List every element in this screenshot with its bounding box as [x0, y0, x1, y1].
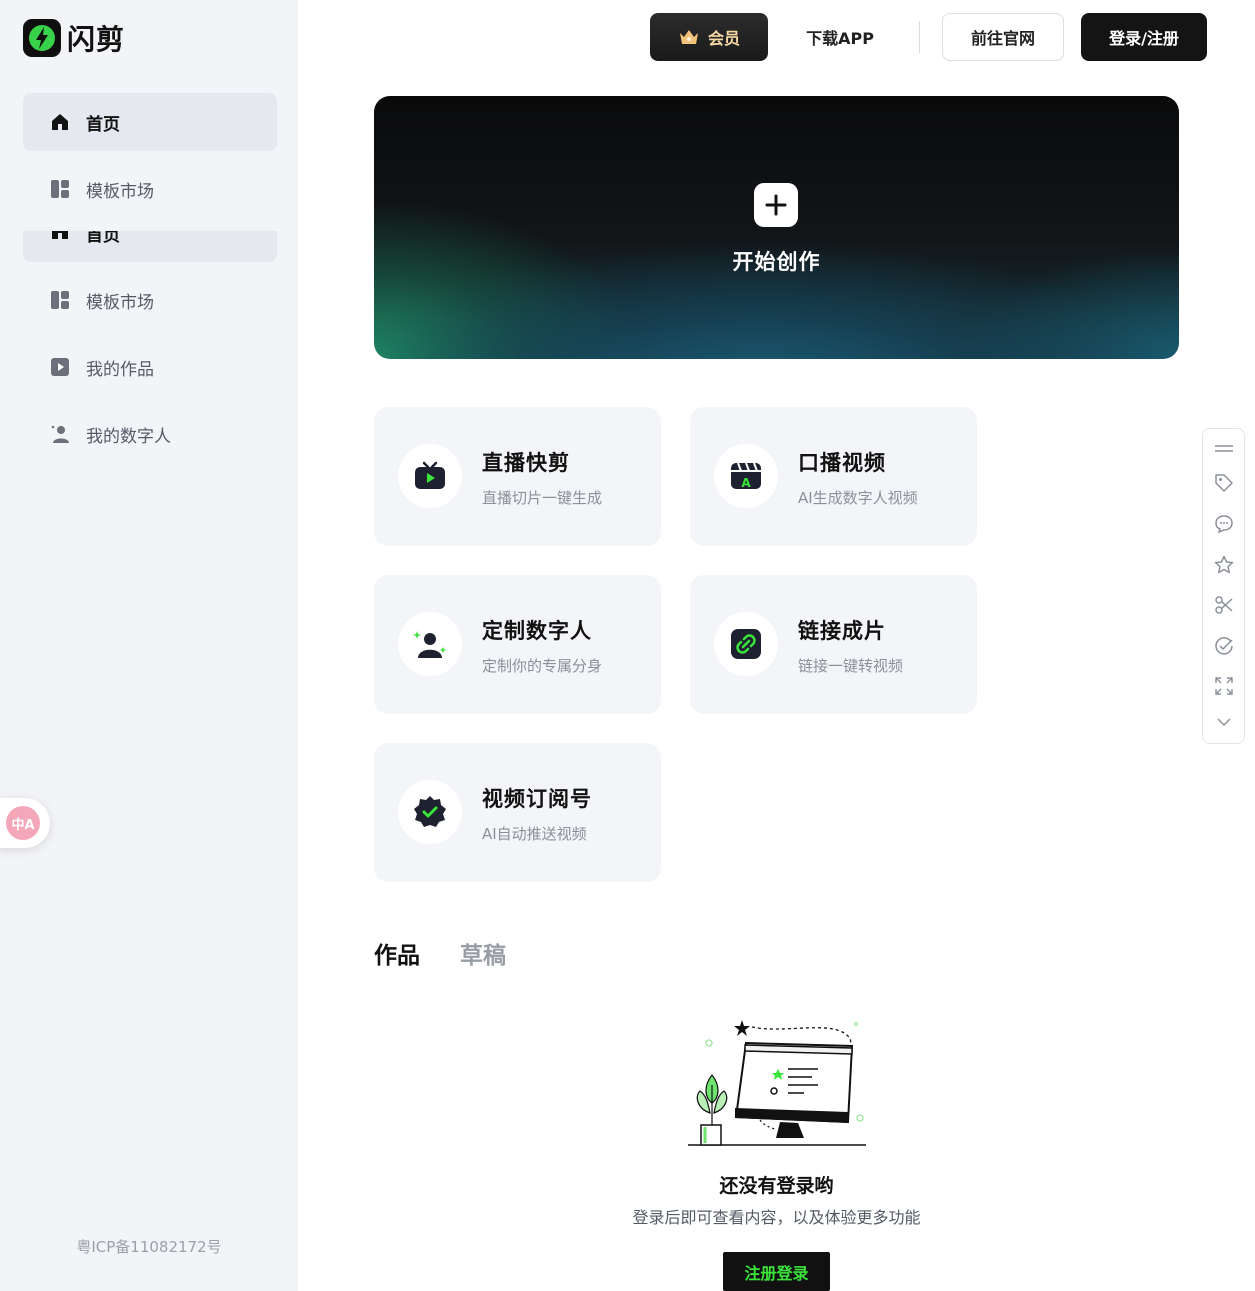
icp-record[interactable]: 粤ICP备11082172号 [0, 1236, 298, 1257]
feature-subtitle: 定制你的专属分身 [482, 657, 603, 675]
translate-button[interactable]: 中A [0, 798, 50, 848]
sidebar-item-templates-duplicate[interactable]: 模板市场 [23, 271, 277, 329]
sidebar: 闪剪 首页 模板市场 首页 模板市场 我的作品 我的数字人 中A 粤ICP备11… [0, 0, 298, 1291]
empty-state-title: 还没有登录哟 [719, 1175, 834, 1197]
right-toolstrip [1202, 428, 1245, 744]
feature-title: 定制数字人 [482, 619, 592, 643]
start-creating-label: 开始创作 [732, 250, 821, 274]
play-square-icon [50, 357, 70, 377]
vip-button[interactable]: 会员 [650, 13, 768, 61]
sidebar-item-label: 模板市场 [86, 292, 154, 313]
feature-title: 口播视频 [798, 451, 886, 475]
vip-label: 会员 [707, 29, 740, 48]
menu-icon[interactable] [1213, 437, 1235, 459]
tv-play-icon [398, 444, 462, 508]
template-icon [50, 290, 70, 310]
header-divider [919, 21, 920, 53]
chevron-down-icon[interactable] [1213, 711, 1235, 733]
home-icon [50, 231, 70, 246]
tag-icon[interactable] [1213, 472, 1235, 494]
feature-title: 链接成片 [798, 619, 886, 643]
sidebar-item-label: 模板市场 [86, 181, 154, 202]
feature-card-video-subscription[interactable]: 视频订阅号 AI自动推送视频 [374, 743, 661, 882]
crown-icon [679, 30, 698, 44]
translate-icon: 中A [6, 806, 40, 840]
comment-icon[interactable] [1213, 513, 1235, 535]
start-creating-banner[interactable]: 开始创作 [374, 96, 1179, 359]
plus-icon [754, 183, 798, 227]
check-circle-icon[interactable] [1213, 635, 1235, 657]
feature-title: 直播快剪 [482, 451, 570, 475]
clapper-icon: A [714, 444, 778, 508]
template-icon [50, 179, 70, 199]
feature-subtitle: AI自动推送视频 [482, 825, 587, 843]
sidebar-item-label: 我的作品 [86, 359, 154, 380]
link-icon [714, 612, 778, 676]
sidebar-item-my-avatars[interactable]: 我的数字人 [23, 405, 277, 463]
sidebar-item-my-works[interactable]: 我的作品 [23, 338, 277, 396]
scissors-icon[interactable] [1213, 594, 1235, 616]
sidebar-item-home-duplicate[interactable]: 首页 [23, 231, 277, 262]
sidebar-item-label: 首页 [86, 231, 120, 246]
feature-card-custom-avatar[interactable]: 定制数字人 定制你的专属分身 [374, 575, 661, 714]
sidebar-item-home[interactable]: 首页 [23, 93, 277, 151]
official-site-button[interactable]: 前往官网 [942, 13, 1064, 61]
verified-badge-icon [398, 780, 462, 844]
user-sparkle-icon [398, 612, 462, 676]
user-sparkle-icon [50, 424, 70, 444]
feature-subtitle: 链接一键转视频 [798, 657, 904, 675]
feature-title: 视频订阅号 [482, 787, 592, 811]
expand-icon[interactable] [1213, 675, 1235, 697]
login-register-button[interactable]: 登录/注册 [1081, 13, 1207, 61]
tab-works[interactable]: 作品 [374, 936, 420, 970]
svg-text:A: A [741, 476, 751, 490]
feature-card-talking-video[interactable]: A 口播视频 AI生成数字人视频 [690, 407, 977, 546]
sidebar-item-templates[interactable]: 模板市场 [23, 160, 277, 218]
home-icon [50, 112, 70, 132]
tab-drafts[interactable]: 草稿 [460, 936, 506, 970]
empty-state-illustration [688, 1020, 866, 1146]
download-app-button[interactable]: 下载APP [790, 13, 890, 61]
star-icon[interactable] [1213, 554, 1235, 576]
feature-card-live-clip[interactable]: 直播快剪 直播切片一键生成 [374, 407, 661, 546]
register-login-button[interactable]: 注册登录 [723, 1252, 830, 1291]
sidebar-item-label: 首页 [86, 114, 120, 135]
lightning-logo-icon [23, 19, 61, 57]
brand-name: 闪剪 [67, 23, 126, 56]
brand-logo[interactable]: 闪剪 [23, 18, 125, 58]
empty-state-subtitle: 登录后即可查看内容，以及体验更多功能 [632, 1208, 921, 1227]
sidebar-item-label: 我的数字人 [86, 426, 171, 447]
feature-card-link-to-video[interactable]: 链接成片 链接一键转视频 [690, 575, 977, 714]
feature-subtitle: 直播切片一键生成 [482, 489, 603, 507]
feature-subtitle: AI生成数字人视频 [798, 489, 918, 507]
